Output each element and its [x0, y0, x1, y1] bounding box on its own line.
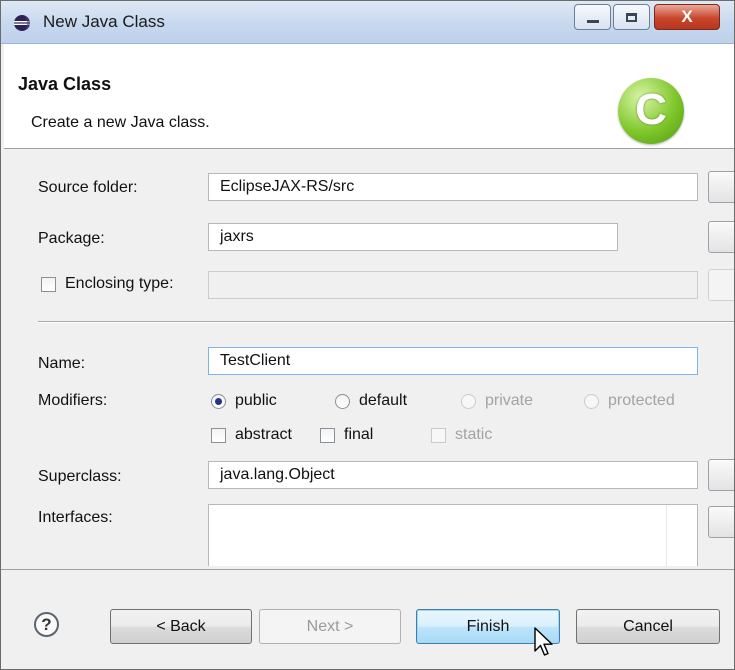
- wizard-description: Create a new Java class.: [31, 114, 210, 131]
- enclosing-type-label: Enclosing type:: [65, 275, 174, 292]
- source-folder-label: Source folder:: [38, 179, 138, 196]
- title-bar: New Java Class X: [1, 1, 734, 44]
- package-field[interactable]: jaxrs: [208, 223, 618, 251]
- class-logo-icon: C: [618, 78, 684, 144]
- public-radio[interactable]: [211, 394, 226, 409]
- help-icon[interactable]: ?: [34, 612, 59, 637]
- enclosing-type-checkbox[interactable]: [41, 277, 56, 292]
- next-button: Next >: [259, 609, 401, 644]
- name-label: Name:: [38, 355, 86, 372]
- package-browse-button[interactable]: [708, 221, 734, 253]
- default-radio[interactable]: [335, 394, 350, 409]
- window-title: New Java Class: [43, 12, 165, 31]
- minimize-button[interactable]: [574, 4, 611, 30]
- wizard-title: Java Class: [18, 74, 112, 94]
- close-button[interactable]: X: [654, 4, 720, 30]
- superclass-browse-button[interactable]: [708, 459, 734, 491]
- final-checkbox[interactable]: [320, 428, 335, 443]
- interfaces-list[interactable]: [208, 504, 698, 567]
- superclass-label: Superclass:: [38, 468, 122, 485]
- wizard-header: Java Class Create a new Java class. C: [4, 44, 734, 149]
- package-label: Package:: [38, 230, 105, 247]
- back-button[interactable]: < Back: [110, 609, 252, 644]
- abstract-checkbox-label: abstract: [235, 426, 292, 443]
- enclosing-type-browse-button: [708, 269, 734, 301]
- private-radio: [461, 394, 476, 409]
- final-checkbox-label: final: [344, 426, 374, 443]
- eclipse-icon: [14, 15, 30, 31]
- maximize-button[interactable]: [613, 4, 650, 30]
- name-field[interactable]: TestClient: [208, 347, 698, 375]
- interfaces-label: Interfaces:: [38, 509, 113, 526]
- modifiers-label: Modifiers:: [38, 392, 108, 409]
- interfaces-add-button[interactable]: [708, 506, 734, 538]
- close-icon: X: [681, 7, 693, 26]
- abstract-checkbox[interactable]: [211, 428, 226, 443]
- public-radio-label: public: [235, 392, 277, 409]
- cancel-button[interactable]: Cancel: [576, 609, 720, 644]
- default-radio-label: default: [359, 392, 408, 409]
- protected-radio: [584, 394, 599, 409]
- protected-radio-label: protected: [608, 392, 675, 409]
- static-checkbox-label: static: [455, 426, 493, 443]
- superclass-field[interactable]: java.lang.Object: [208, 461, 698, 489]
- mouse-cursor-icon: [534, 627, 553, 656]
- class-logo-letter: C: [635, 85, 667, 134]
- static-checkbox: [431, 428, 446, 443]
- minimize-icon: [586, 19, 599, 23]
- maximize-icon: [626, 12, 637, 22]
- enclosing-type-field: [208, 271, 698, 299]
- source-folder-browse-button[interactable]: [708, 171, 734, 203]
- new-java-class-dialog: New Java Class X Java Class Create a new…: [0, 0, 735, 670]
- private-radio-label: private: [485, 392, 534, 409]
- source-folder-field[interactable]: EclipseJAX-RS/src: [208, 173, 698, 201]
- separator: [38, 321, 734, 323]
